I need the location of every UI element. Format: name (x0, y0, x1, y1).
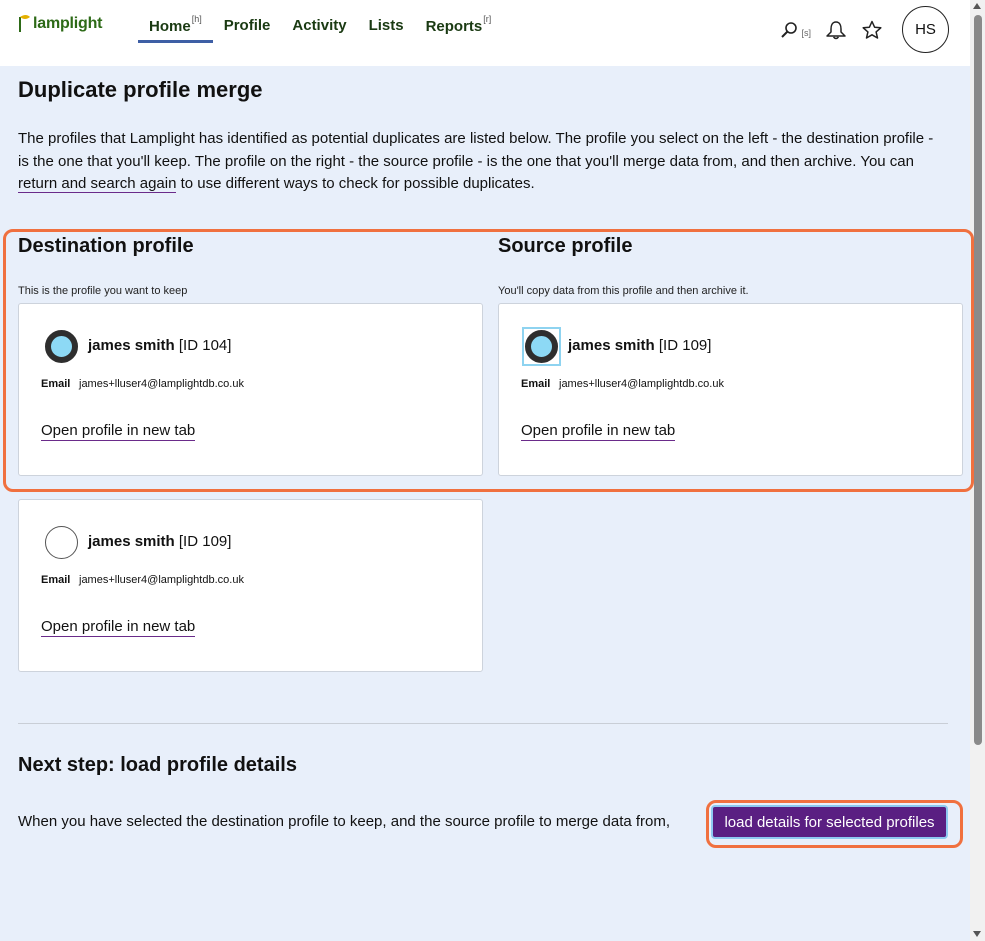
logo-text: lamplight (33, 15, 103, 32)
search-shortcut: [s] (801, 27, 811, 38)
profile-name: james smith [ID 109] (568, 337, 711, 354)
open-profile-new-tab-link[interactable]: Open profile in new tab (41, 422, 196, 441)
star-icon (862, 20, 882, 39)
nav-item-activity-label: Activity (292, 17, 347, 34)
top-navigation-bar: lamplight Home[h] Profile Activity Lists… (0, 0, 970, 66)
profile-id: [ID 109] (178, 533, 232, 550)
user-initials: HS (915, 21, 936, 38)
nav-item-home-shortcut: [h] (191, 14, 202, 24)
profile-name-text: james smith (568, 337, 655, 354)
nav-item-reports[interactable]: Reports[r] (415, 0, 503, 66)
profile-name-text: james smith (88, 337, 175, 354)
load-details-button[interactable]: load details for selected profiles (713, 807, 946, 837)
destination-radio-button[interactable] (45, 330, 78, 363)
profile-name-text: james smith (88, 533, 175, 550)
destination-profile-hint: This is the profile you want to keep (18, 285, 188, 297)
return-and-search-again-link[interactable]: return and search again (18, 175, 177, 193)
nav-item-profile-label: Profile (223, 17, 271, 34)
destination-radio-button[interactable] (45, 526, 78, 559)
email-label: Email (41, 574, 71, 586)
source-profile-hint: You'll copy data from this profile and t… (498, 285, 749, 297)
email-label: Email (521, 378, 551, 390)
profile-id: [ID 104] (178, 337, 232, 354)
source-radio-button[interactable] (525, 330, 558, 363)
intro-text: The profiles that Lamplight has identifi… (18, 128, 948, 196)
search-icon (781, 21, 798, 38)
next-step-heading: Next step: load profile details (18, 754, 297, 776)
section-divider (18, 723, 948, 724)
favourites-button[interactable] (861, 20, 883, 40)
nav-item-home-label: Home (149, 18, 191, 35)
next-step-text: When you have selected the destination p… (18, 813, 671, 830)
nav-item-lists[interactable]: Lists (358, 0, 415, 66)
email-value: james+lluser4@lamplightdb.co.uk (79, 574, 244, 586)
nav-item-lists-label: Lists (368, 17, 404, 34)
nav-actions: [s] HS (766, 6, 949, 53)
email-value: james+lluser4@lamplightdb.co.uk (79, 378, 244, 390)
source-profile-heading: Source profile (498, 235, 633, 257)
destination-profile-card[interactable]: james smith [ID 109] Email james+lluser4… (18, 499, 483, 672)
user-avatar[interactable]: HS (902, 6, 949, 53)
open-profile-new-tab-link[interactable]: Open profile in new tab (521, 422, 676, 441)
destination-profile-heading: Destination profile (18, 235, 194, 257)
email-label: Email (41, 378, 71, 390)
nav-item-profile[interactable]: Profile (213, 0, 282, 66)
email-value: james+lluser4@lamplightdb.co.uk (559, 378, 724, 390)
profile-id: [ID 109] (658, 337, 712, 354)
intro-text-end: to use different ways to check for possi… (176, 175, 535, 192)
nav-item-home[interactable]: Home[h] (138, 0, 213, 66)
profile-name: james smith [ID 109] (88, 533, 231, 550)
scroll-down-icon[interactable] (973, 931, 981, 937)
main-nav: Home[h] Profile Activity Lists Reports[r… (138, 0, 502, 66)
notifications-button[interactable] (825, 20, 847, 40)
lamplight-logo-icon (19, 15, 30, 32)
nav-item-reports-shortcut: [r] (483, 14, 492, 24)
profile-name: james smith [ID 104] (88, 337, 231, 354)
page-title: Duplicate profile merge (18, 77, 263, 102)
nav-item-reports-label: Reports (425, 18, 483, 35)
destination-profile-card[interactable]: james smith [ID 104] Email james+lluser4… (18, 303, 483, 476)
intro-text-start: The profiles that Lamplight has identifi… (18, 130, 934, 170)
scroll-thumb[interactable] (974, 15, 982, 745)
nav-item-activity[interactable]: Activity (281, 0, 357, 66)
search-button[interactable]: [s] (780, 21, 811, 39)
source-profile-card[interactable]: james smith [ID 109] Email james+lluser4… (498, 303, 963, 476)
scroll-up-icon[interactable] (973, 3, 981, 9)
open-profile-new-tab-link[interactable]: Open profile in new tab (41, 618, 196, 637)
lamplight-logo[interactable]: lamplight (17, 13, 103, 33)
bell-icon (826, 20, 846, 39)
